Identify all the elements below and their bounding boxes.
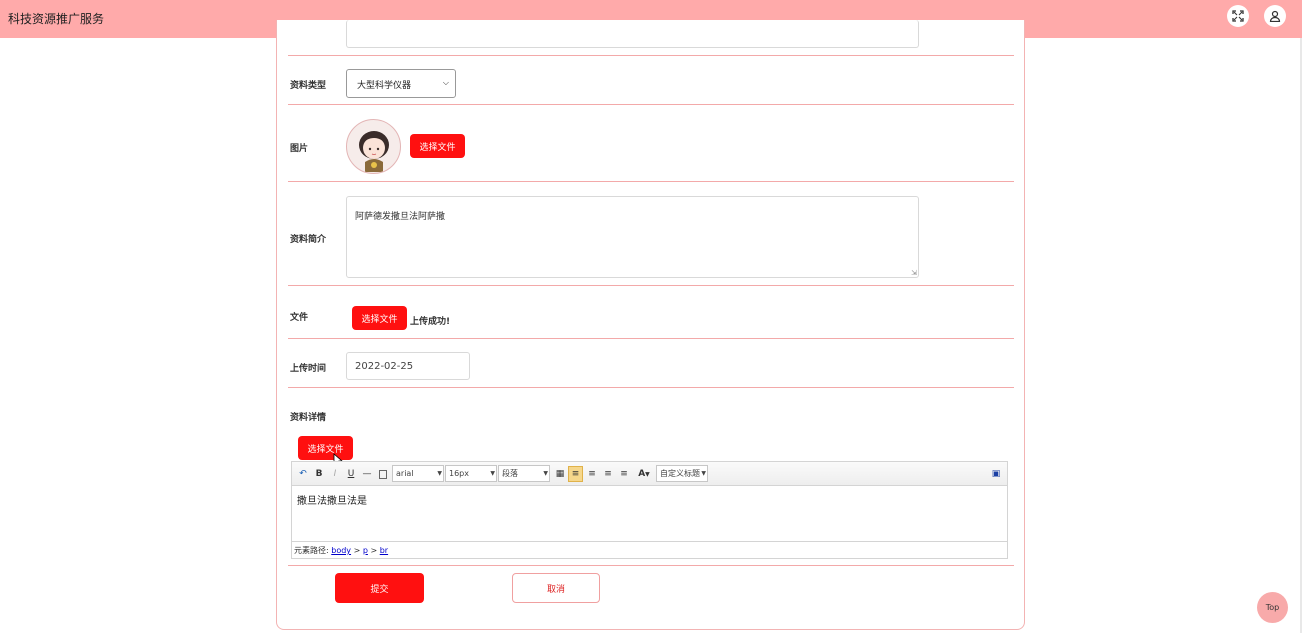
avatar-image (346, 119, 401, 174)
time-label: 上传时间 (290, 364, 327, 374)
size-value: 16px (449, 469, 469, 478)
row-time: 上传时间 2022-02-25 (288, 339, 1014, 388)
editor-toolbar: ↶ B I U — arial ▼ 16px ▼ 段落 ▼ ▦ ≡ ≡ ≡ ≡ A ▼ … (292, 462, 1007, 486)
italic-button[interactable]: I (328, 466, 342, 482)
font-select[interactable]: arial ▼ (392, 465, 444, 482)
custom-title-value: 自定义标题 (660, 469, 700, 478)
form-card: 资料类型 大型科学仪器 ⌵ 图片 选择文件 资料简介 阿萨德发撒旦法阿萨撒 ⇲ (276, 20, 1025, 630)
resize-handle-icon[interactable]: ⇲ (911, 269, 917, 277)
path-body-link[interactable]: body (331, 546, 351, 555)
time-input[interactable]: 2022-02-25 (346, 352, 470, 380)
paragraph-value: 段落 (502, 469, 518, 478)
chevron-down-icon: ▼ (701, 470, 706, 477)
fullscreen-icon (1232, 10, 1244, 22)
submit-button[interactable]: 提交 (335, 573, 424, 603)
custom-title-select[interactable]: 自定义标题 ▼ (656, 465, 708, 482)
avatar-icon (359, 131, 389, 172)
user-button[interactable] (1264, 5, 1286, 27)
table-icon[interactable]: ▦ (553, 466, 567, 482)
element-path-label: 元素路径: (294, 546, 329, 555)
user-icon (1269, 10, 1281, 22)
row-intro: 资料简介 阿萨德发撒旦法阿萨撒 ⇲ (288, 182, 1014, 286)
path-br-link[interactable]: br (380, 546, 388, 555)
paragraph-select[interactable]: 段落 ▼ (498, 465, 550, 482)
editor-statusbar: 元素路径: body > p > br (292, 541, 1007, 558)
type-select[interactable]: 大型科学仪器 ⌵ (346, 69, 456, 98)
type-select-value: 大型科学仪器 (357, 81, 412, 91)
image-label: 图片 (290, 144, 309, 154)
clear-format-icon[interactable] (376, 466, 390, 482)
font-color-label: A (638, 469, 646, 479)
intro-text: 阿萨德发撒旦法阿萨撒 (355, 212, 446, 222)
row-file: 文件 选择文件 上传成功! (288, 286, 1014, 339)
fullscreen-button[interactable] (1227, 5, 1249, 27)
row-image: 图片 选择文件 (288, 105, 1014, 182)
fullscreen-editor-icon[interactable]: ▣ (989, 466, 1003, 482)
align-left-icon[interactable]: ≡ (568, 466, 583, 482)
row-type: 资料类型 大型科学仪器 ⌵ (288, 56, 1014, 105)
chevron-down-icon: ▼ (543, 470, 548, 477)
align-center-icon[interactable]: ≡ (601, 466, 615, 482)
bold-button[interactable]: B (312, 466, 326, 482)
cancel-button[interactable]: 取消 (512, 573, 600, 603)
row-detail: 资料详情 选择文件 ↶ B I U — arial ▼ 16px ▼ 段落 ▼ ▦ ≡… (288, 388, 1014, 566)
rich-text-editor: ↶ B I U — arial ▼ 16px ▼ 段落 ▼ ▦ ≡ ≡ ≡ ≡ A ▼ … (291, 461, 1008, 559)
font-value: arial (396, 469, 414, 478)
row-name (288, 20, 1014, 56)
editor-content[interactable]: 撒旦法撒旦法是 (292, 486, 1007, 541)
back-to-top-button[interactable]: Top (1257, 592, 1288, 623)
type-label: 资料类型 (290, 81, 327, 91)
font-color-button[interactable]: A ▼ (635, 466, 653, 482)
image-choose-file-button[interactable]: 选择文件 (410, 134, 465, 158)
app-title: 科技资源推广服务 (8, 12, 105, 26)
horizontal-rule-icon[interactable]: — (360, 466, 374, 482)
undo-icon[interactable]: ↶ (296, 466, 310, 482)
align-right-icon[interactable]: ≡ (585, 466, 599, 482)
chevron-down-icon: ▼ (490, 470, 495, 477)
file-label: 文件 (290, 313, 309, 323)
chevron-down-icon: ⌵ (442, 78, 449, 87)
detail-label: 资料详情 (290, 413, 327, 423)
size-select[interactable]: 16px ▼ (445, 465, 497, 482)
intro-textarea[interactable]: 阿萨德发撒旦法阿萨撒 ⇲ (346, 196, 919, 278)
intro-label: 资料简介 (290, 235, 327, 245)
path-sep: > (353, 546, 361, 555)
name-input[interactable] (346, 20, 919, 48)
align-justify-icon[interactable]: ≡ (617, 466, 631, 482)
chevron-down-icon: ▼ (437, 470, 442, 477)
file-choose-file-button[interactable]: 选择文件 (352, 306, 407, 330)
underline-button[interactable]: U (344, 466, 358, 482)
path-sep: > (370, 546, 378, 555)
detail-choose-file-button[interactable]: 选择文件 (298, 436, 353, 460)
path-p-link[interactable]: p (363, 546, 368, 555)
upload-status: 上传成功! (410, 317, 451, 327)
